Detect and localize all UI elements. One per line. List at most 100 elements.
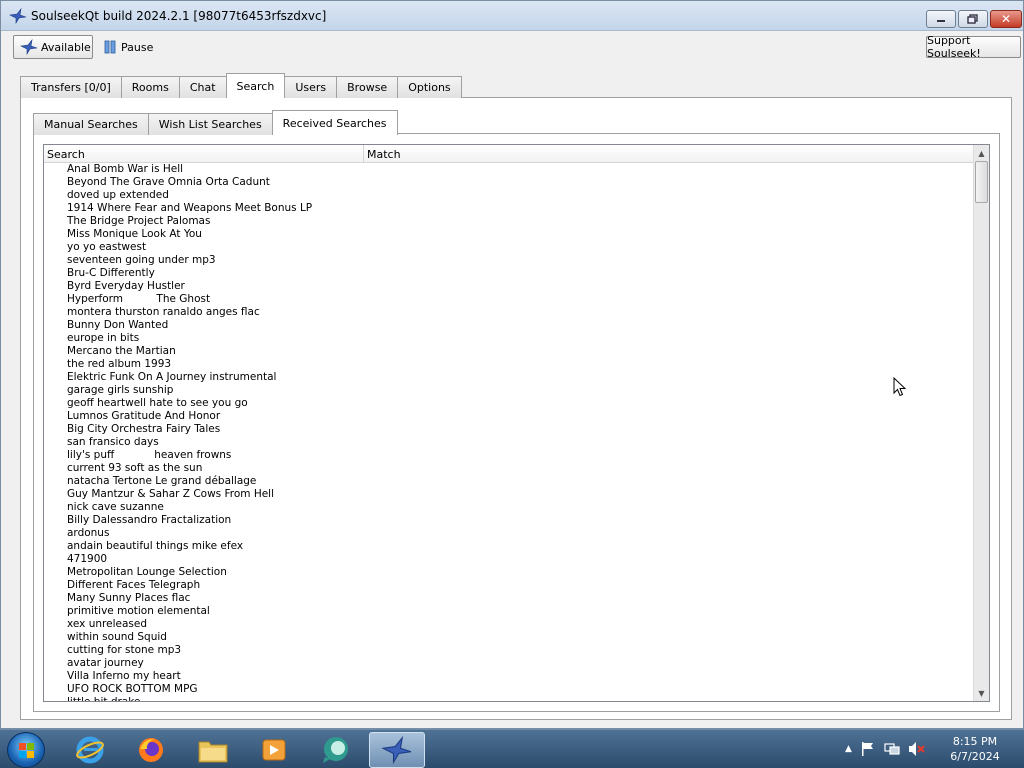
column-header-search[interactable]: Search [44,145,364,163]
tab-options[interactable]: Options [397,76,462,98]
pause-icon [104,40,116,54]
list-rows: Anal Bomb War is Hell Beyond The Grave Om… [44,163,974,701]
list-item[interactable]: montera thurston ranaldo anges flac [44,306,974,319]
internet-explorer-taskbar-button[interactable] [62,732,118,768]
list-item[interactable]: andain beautiful things mike efex [44,540,974,553]
internet-explorer-icon [76,736,104,764]
list-item[interactable]: xex unreleased [44,618,974,631]
list-item[interactable]: Different Faces Telegraph [44,579,974,592]
list-item[interactable]: cutting for stone mp3 [44,644,974,657]
folder-icon [198,741,228,763]
tab-wish-list-searches[interactable]: Wish List Searches [147,113,273,135]
main-tab-bar: Transfers [0/0] Rooms Chat Search Users … [20,73,462,98]
list-item[interactable]: yo yo eastwest [44,241,974,254]
soulseek-bird-icon [20,39,38,55]
list-item[interactable]: the red album 1993 [44,358,974,371]
list-item[interactable]: Hyperform The Ghost [44,293,974,306]
media-player-icon [262,739,286,761]
show-hidden-icons-icon[interactable]: ▲ [845,744,852,754]
list-item[interactable]: Billy Dalessandro Fractalization [44,514,974,527]
list-item[interactable]: Big City Orchestra Fairy Tales [44,423,974,436]
available-label: Available [41,40,91,54]
clock-time: 8:15 PM [952,735,998,748]
list-item[interactable]: avatar journey [44,657,974,670]
firefox-icon [139,738,163,762]
list-item[interactable]: Guy Mantzur & Sahar Z Cows From Hell [44,488,974,501]
list-item[interactable]: garage girls sunship [44,384,974,397]
list-item[interactable]: Villa Inferno my heart [44,670,974,683]
list-item[interactable]: Bru-C Differently [44,267,974,280]
support-soulseek-button[interactable]: Support Soulseek! [926,34,1021,60]
soulseek-bird-icon [9,8,27,24]
tab-browse[interactable]: Browse [336,76,399,98]
soulseek-taskbar-button[interactable] [369,732,425,768]
list-item[interactable]: nick cave suzanne [44,501,974,514]
list-item[interactable]: Bunny Don Wanted [44,319,974,332]
tab-chat[interactable]: Chat [178,76,227,98]
list-item[interactable]: 1914 Where Fear and Weapons Meet Bonus L… [44,202,974,215]
tab-manual-searches[interactable]: Manual Searches [33,113,149,135]
tab-rooms[interactable]: Rooms [120,76,180,98]
clock-date: 6/7/2024 [950,750,1000,763]
list-item[interactable]: current 93 soft as the sun [44,462,974,475]
list-item[interactable]: Elektric Funk On A Journey instrumental [44,371,974,384]
scroll-thumb[interactable] [975,161,988,203]
volume-muted-icon[interactable] [908,741,926,757]
list-item[interactable]: little bit drake [44,696,974,701]
list-item[interactable]: Beyond The Grave Omnia Orta Cadunt [44,176,974,189]
list-item[interactable]: doved up extended [44,189,974,202]
chat-bubble-icon [323,737,348,763]
search-sub-tab-bar: Manual Searches Wish List Searches Recei… [33,110,398,135]
list-item[interactable]: 471900 [44,553,974,566]
scroll-down-arrow-icon[interactable]: ▼ [974,685,989,701]
received-searches-list[interactable]: Search Match Anal Bomb War is Hell Beyond… [43,144,990,702]
list-item[interactable]: lily's puff heaven frowns [44,449,974,462]
tab-search[interactable]: Search [225,73,286,98]
list-item[interactable]: san fransico days [44,436,974,449]
file-explorer-taskbar-button[interactable] [185,732,241,768]
close-button[interactable]: ✕ [990,10,1022,28]
list-item[interactable]: Mercano the Martian [44,345,974,358]
pause-button[interactable]: Pause [101,35,161,59]
list-item[interactable]: primitive motion elemental [44,605,974,618]
start-button[interactable] [7,732,45,768]
minimize-icon [937,20,945,22]
tab-users[interactable]: Users [284,76,338,98]
pause-label: Pause [121,40,154,54]
list-item[interactable]: UFO ROCK BOTTOM MPG [44,683,974,696]
list-item[interactable]: Lumnos Gratitude And Honor [44,410,974,423]
window-title: SoulseekQt build 2024.2.1 [98077t6453rfs… [31,9,327,23]
list-item[interactable]: The Bridge Project Palomas [44,215,974,228]
tab-received-searches[interactable]: Received Searches [271,110,398,135]
list-item[interactable]: ardonus [44,527,974,540]
action-center-flag-icon[interactable] [860,741,876,757]
tab-transfers[interactable]: Transfers [0/0] [20,76,122,98]
title-bar[interactable]: SoulseekQt build 2024.2.1 [98077t6453rfs… [1,1,1023,31]
app-window: SoulseekQt build 2024.2.1 [98077t6453rfs… [0,0,1024,729]
list-item[interactable]: Miss Monique Look At You [44,228,974,241]
list-item[interactable]: geoff heartwell hate to see you go [44,397,974,410]
chat-app-taskbar-button[interactable] [308,732,364,768]
list-item[interactable]: Metropolitan Lounge Selection [44,566,974,579]
list-item[interactable]: Byrd Everyday Hustler [44,280,974,293]
network-icon[interactable] [884,741,900,757]
column-header-match[interactable]: Match [364,145,974,163]
available-button[interactable]: Available [13,35,93,59]
list-item[interactable]: europe in bits [44,332,974,345]
list-item[interactable]: natacha Tertone Le grand déballage [44,475,974,488]
minimize-button[interactable] [926,10,956,28]
list-item[interactable]: within sound Squid [44,631,974,644]
media-player-taskbar-button[interactable] [246,732,302,768]
list-item[interactable]: seventeen going under mp3 [44,254,974,267]
firefox-taskbar-button[interactable] [123,732,179,768]
maximize-button[interactable] [958,10,988,28]
soulseek-bird-icon [381,736,412,764]
taskbar-clock[interactable]: 8:15 PM 6/7/2024 [940,734,1010,764]
mouse-cursor-icon [893,377,907,397]
restore-icon [967,14,978,24]
scroll-up-arrow-icon[interactable]: ▲ [974,145,989,161]
list-item[interactable]: Many Sunny Places flac [44,592,974,605]
list-item[interactable]: Anal Bomb War is Hell [44,163,974,176]
vertical-scrollbar[interactable]: ▲ ▼ [973,145,989,701]
windows-logo-icon [19,743,34,758]
